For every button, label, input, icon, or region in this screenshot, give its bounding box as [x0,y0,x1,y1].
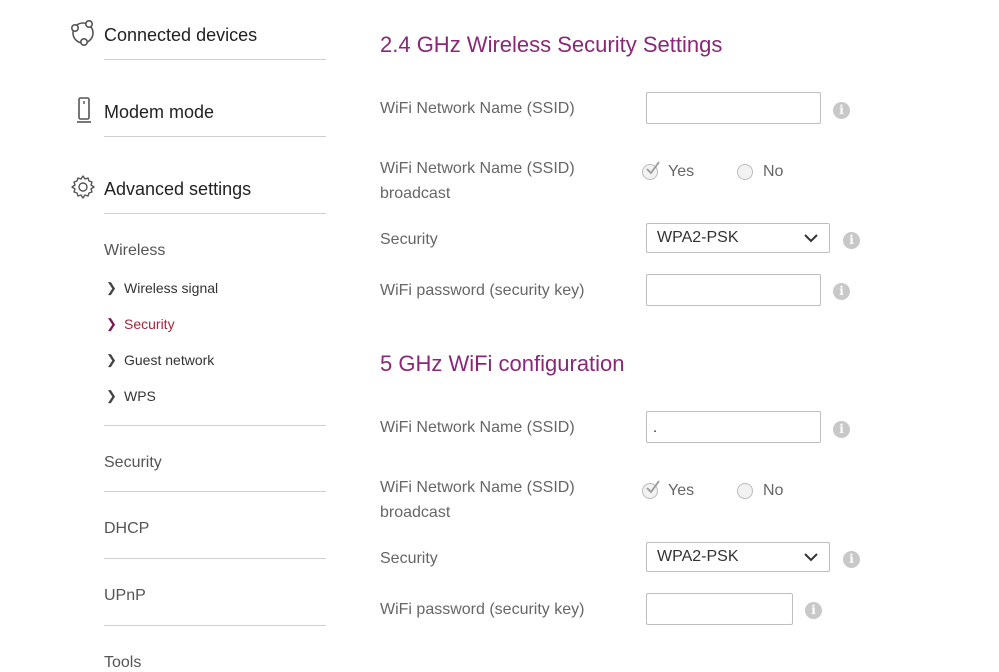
broadcast-label-line2: broadcast [380,504,451,521]
sidebar-section-upnp[interactable]: UPnP [104,587,146,605]
broadcast-label: WiFi Network Name (SSID) broadcast [380,156,575,206]
sidebar-section-dhcp[interactable]: DHCP [104,520,149,538]
sidebar-section-security[interactable]: Security [104,454,162,472]
broadcast-yes-radio-5ghz[interactable]: Yes [642,480,695,500]
radio-circle [642,480,660,499]
modem-icon [76,96,92,124]
radio-label: Yes [668,482,695,499]
ssid-input-24ghz[interactable] [646,92,821,124]
sidebar-item-label: Advanced settings [104,179,252,199]
gear-icon [70,174,96,200]
submenu-item-wps[interactable]: ❯ WPS [106,388,156,404]
ssid-label: WiFi Network Name (SSID) [380,419,575,436]
sidebar-item-advanced-settings[interactable]: Advanced settings [104,179,326,214]
submenu-item-label: Guest network [124,352,215,368]
security-select-24ghz[interactable]: WPA2-PSK [646,223,830,253]
security-label: Security [380,550,438,567]
broadcast-label-line2: broadcast [380,185,451,202]
divider [104,425,326,426]
divider [104,213,326,214]
password-input-5ghz[interactable] [646,593,793,625]
radio-label: Yes [668,163,695,180]
submenu-heading-wireless[interactable]: Wireless [104,242,165,260]
submenu-item-label: Wireless signal [124,280,219,296]
divider [104,491,326,492]
broadcast-label-line1: WiFi Network Name (SSID) [380,160,575,177]
sidebar-item-label: Modem mode [104,102,215,122]
info-icon[interactable]: i [833,283,850,300]
radio-circle [737,483,753,499]
sidebar-item-label: Connected devices [104,25,258,45]
chevron-right-icon: ❯ [106,280,117,295]
info-icon[interactable]: i [833,102,850,119]
submenu-item-wireless-signal[interactable]: ❯ Wireless signal [106,280,218,296]
radio-label: No [763,482,784,499]
section-title-24ghz: 2.4 GHz Wireless Security Settings [380,32,723,57]
broadcast-yes-radio-24ghz[interactable]: Yes [642,161,695,181]
sidebar-item-modem-mode[interactable]: Modem mode [104,102,326,137]
broadcast-no-radio-24ghz[interactable]: No [737,163,783,181]
radio-circle [737,164,753,180]
password-input-24ghz[interactable] [646,274,821,306]
select-value: WPA2-PSK [657,548,739,565]
submenu-item-guest-network[interactable]: ❯ Guest network [106,352,214,368]
ssid-input-5ghz[interactable] [646,411,821,443]
chevron-down-icon [804,553,818,562]
info-icon[interactable]: i [805,602,822,619]
password-label: WiFi password (security key) [380,282,585,299]
divider [104,136,326,137]
checkmark-icon [646,161,660,175]
ssid-label: WiFi Network Name (SSID) [380,100,575,117]
chevron-right-icon: ❯ [106,352,117,367]
info-icon[interactable]: i [833,421,850,438]
submenu-item-label: WPS [124,388,156,404]
radio-label: No [763,163,784,180]
broadcast-label-line1: WiFi Network Name (SSID) [380,479,575,496]
security-select-5ghz[interactable]: WPA2-PSK [646,542,830,572]
chevron-right-icon: ❯ [106,316,117,331]
broadcast-label: WiFi Network Name (SSID) broadcast [380,475,575,525]
sidebar: Connected devices Modem mode Advanced se… [0,0,340,672]
broadcast-no-radio-5ghz[interactable]: No [737,482,783,500]
chevron-down-icon [804,234,818,243]
select-value: WPA2-PSK [657,229,739,246]
divider [104,558,326,559]
chevron-right-icon: ❯ [106,388,117,403]
radio-circle [642,161,660,180]
security-label: Security [380,231,438,248]
submenu-item-label: Security [124,316,175,332]
checkmark-icon [646,480,660,494]
submenu-item-security[interactable]: ❯ Security [106,316,175,332]
sidebar-item-connected-devices[interactable]: Connected devices [104,25,326,60]
divider [104,59,326,60]
section-title-5ghz: 5 GHz WiFi configuration [380,351,625,376]
password-label: WiFi password (security key) [380,601,585,618]
sidebar-section-tools[interactable]: Tools [104,654,141,672]
info-icon[interactable]: i [843,232,860,249]
devices-icon [70,20,96,46]
info-icon[interactable]: i [843,551,860,568]
divider [104,625,326,626]
